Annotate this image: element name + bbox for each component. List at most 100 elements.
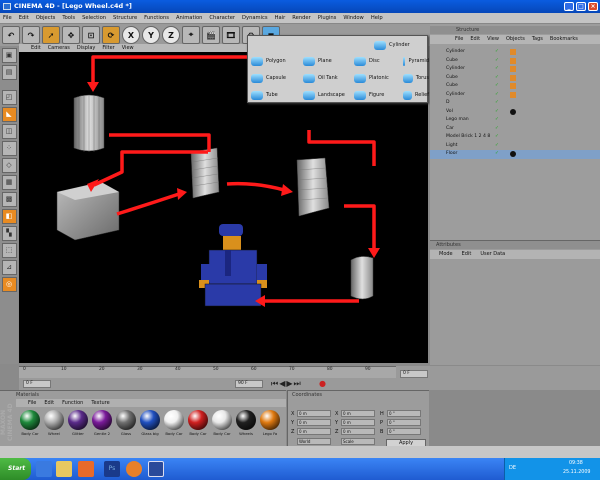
om-menu-bookmarks[interactable]: Bookmarks	[550, 35, 578, 44]
menu-animation[interactable]: Animation	[176, 13, 202, 23]
menu-selection[interactable]: Selection	[82, 13, 106, 23]
visibility-icon[interactable]: ✓	[495, 108, 499, 117]
popup-item-relief[interactable]: Relief	[403, 87, 429, 103]
tag-icon[interactable]	[510, 57, 516, 64]
playback-controls[interactable]: ⏮◀▶⏭	[271, 379, 302, 389]
z-axis-button[interactable]: Z	[162, 26, 180, 44]
visibility-icon[interactable]: ✓	[495, 48, 499, 57]
material-tag-icon[interactable]	[510, 151, 516, 157]
menu-file[interactable]: File	[3, 13, 12, 23]
visibility-icon[interactable]: ✓	[495, 116, 499, 125]
visibility-icon[interactable]: ✓	[495, 133, 499, 142]
object-row[interactable]: Vol ✓	[430, 108, 600, 117]
mat-menu-function[interactable]: Function	[62, 399, 83, 407]
object-row[interactable]: Lego man ✓	[430, 116, 600, 125]
model-tool-icon[interactable]: ▤	[1, 65, 17, 80]
material-ball[interactable]	[164, 410, 184, 430]
explorer-icon[interactable]	[56, 461, 72, 477]
object-row-selected[interactable]: Floor ✓	[430, 150, 600, 159]
tag-icon[interactable]	[510, 74, 516, 81]
object-row[interactable]: Cylinder ✓	[430, 65, 600, 74]
menu-help[interactable]: Help	[371, 13, 383, 23]
coordinate-system-icon[interactable]: ⌖	[182, 26, 200, 44]
material-ball[interactable]	[140, 410, 160, 430]
material-ball[interactable]	[260, 410, 280, 430]
size-y-field[interactable]: 0 m	[341, 419, 375, 426]
material-ball[interactable]	[20, 410, 40, 430]
om-menu-file[interactable]: File	[455, 35, 463, 44]
popup-item-plane[interactable]: Plane	[303, 53, 361, 69]
rot-b-field[interactable]: 0 °	[387, 428, 421, 435]
visibility-icon[interactable]: ✓	[495, 74, 499, 83]
rotate-icon[interactable]: ⟳	[102, 26, 120, 44]
menu-structure[interactable]: Structure	[113, 13, 137, 23]
viewport-menu-view[interactable]: View	[122, 44, 134, 52]
material-ball[interactable]	[92, 410, 112, 430]
end-frame-field[interactable]: 90 F	[235, 380, 263, 388]
animation-mode-icon[interactable]: ◧	[1, 209, 17, 224]
tag-icon[interactable]	[510, 66, 516, 72]
object-tool-icon[interactable]: ◰	[1, 90, 17, 105]
object-row[interactable]: Cube ✓	[430, 74, 600, 83]
menu-objects[interactable]: Objects	[36, 13, 56, 23]
render-picture-icon[interactable]: 🎞	[222, 26, 240, 44]
material-ball[interactable]	[116, 410, 136, 430]
object-row[interactable]: D ✓	[430, 99, 600, 108]
redo-icon[interactable]: ↷	[22, 26, 40, 44]
texture-tool-icon[interactable]: ◣	[1, 107, 17, 122]
pos-x-field[interactable]: 0 m	[297, 410, 331, 417]
polygon-tool-icon[interactable]: ▦	[1, 175, 17, 190]
size-z-field[interactable]: 0 m	[341, 428, 375, 435]
tag-icon[interactable]	[510, 49, 516, 55]
bent-object-3[interactable]	[350, 256, 374, 300]
live-select-icon[interactable]: ➚	[42, 26, 60, 44]
mat-menu-file[interactable]: File	[28, 399, 36, 407]
popup-item-torus[interactable]: Torus	[403, 70, 429, 86]
om-menu-tags[interactable]: Tags	[532, 35, 543, 44]
start-frame-field[interactable]: 0 F	[23, 380, 51, 388]
grid-icon[interactable]: ▩	[1, 192, 17, 207]
close-button[interactable]: ×	[588, 2, 598, 11]
menu-window[interactable]: Window	[343, 13, 363, 23]
timeline[interactable]: 0 10 20 30 40 50 60 70 80 90	[19, 366, 428, 378]
snap-icon[interactable]: ⊿	[1, 260, 17, 275]
material-ball[interactable]	[236, 410, 256, 430]
media-player-icon[interactable]	[78, 461, 94, 477]
viewport-menu-cameras[interactable]: Cameras	[48, 44, 70, 52]
cube-object[interactable]	[56, 181, 120, 241]
record-icon[interactable]: ●	[319, 379, 326, 388]
visibility-icon[interactable]: ✓	[495, 91, 499, 100]
bent-object-1[interactable]	[190, 147, 220, 199]
object-row[interactable]: Cylinder ✓	[430, 48, 600, 57]
pos-z-field[interactable]: 0 m	[297, 428, 331, 435]
menu-render[interactable]: Render	[292, 13, 310, 23]
start-button[interactable]: Start	[0, 458, 31, 480]
om-menu-view[interactable]: View	[487, 35, 499, 44]
mat-menu-texture[interactable]: Texture	[91, 399, 109, 407]
desktop-icon[interactable]	[36, 461, 52, 477]
material-ball[interactable]	[68, 410, 88, 430]
size-x-field[interactable]: 0 m	[341, 410, 375, 417]
popup-item-cylinder[interactable]: Cylinder	[374, 37, 432, 53]
popup-item-tube[interactable]: Tube	[251, 87, 309, 103]
menu-character[interactable]: Character	[209, 13, 235, 23]
popup-item-landscape[interactable]: Landscape	[303, 87, 361, 103]
om-menu-objects[interactable]: Objects	[506, 35, 525, 44]
object-row[interactable]: Model Brick 1 2 4 8 ✓	[430, 133, 600, 142]
render-view-icon[interactable]: 🎬	[202, 26, 220, 44]
menu-tools[interactable]: Tools	[62, 13, 75, 23]
current-frame-field[interactable]: 0 F	[400, 370, 428, 378]
coord-scale-select[interactable]: Scale	[341, 438, 375, 445]
popup-item-pyramid[interactable]: Pyramid	[403, 53, 429, 69]
popup-item-capsule[interactable]: Capsule	[251, 70, 309, 86]
visibility-icon[interactable]: ✓	[495, 125, 499, 134]
viewport-menu-display[interactable]: Display	[77, 44, 95, 52]
material-ball[interactable]	[212, 410, 232, 430]
object-row[interactable]: Cylinder ✓	[430, 91, 600, 100]
undo-icon[interactable]: ↶	[2, 26, 20, 44]
object-row[interactable]: Car ✓	[430, 125, 600, 134]
attr-menu-user-data[interactable]: User Data	[480, 250, 505, 259]
language-indicator[interactable]: DE	[509, 465, 516, 471]
tag-icon[interactable]	[510, 83, 516, 89]
make-editable-icon[interactable]: ▣	[1, 48, 17, 63]
